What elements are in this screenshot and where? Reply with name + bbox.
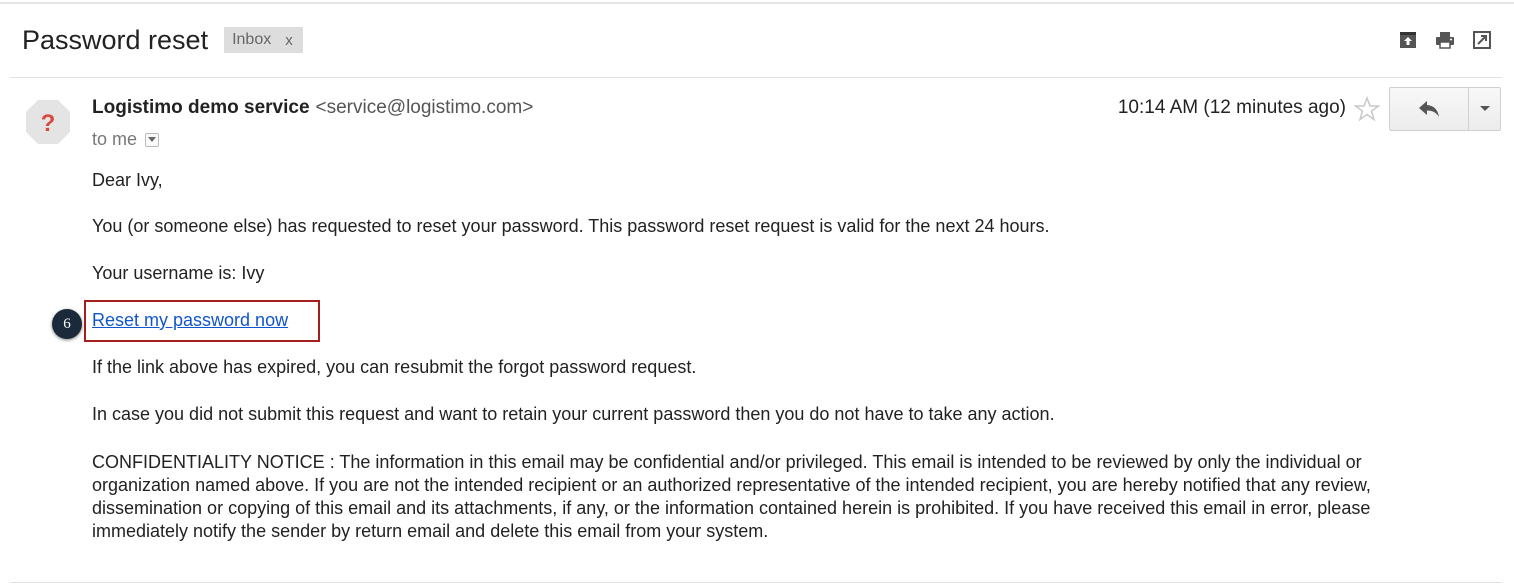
more-actions-button[interactable] [1469, 88, 1500, 130]
reply-button[interactable] [1390, 88, 1469, 130]
remove-label-button[interactable]: x [285, 32, 293, 49]
label-name: Inbox [232, 31, 272, 48]
email-subject: Password reset [22, 24, 209, 55]
recipient-text: to me [92, 129, 138, 149]
svg-text:?: ? [41, 110, 56, 137]
body-paragraph-validity: You (or someone else) has requested to r… [92, 216, 1050, 236]
subject-row: Password reset Inbox x [22, 22, 303, 58]
body-paragraph-no-action: In case you did not submit this request … [92, 404, 1055, 424]
greeting: Dear Ivy, [92, 170, 163, 190]
confidentiality-notice: CONFIDENTIALITY NOTICE : The information… [92, 452, 1371, 541]
new-window-icon[interactable] [1472, 30, 1492, 50]
star-icon[interactable] [1354, 96, 1380, 122]
sender-name[interactable]: Logistimo demo service [92, 97, 310, 118]
sender-line: Logistimo demo service <service@logistimo… [92, 97, 533, 119]
show-details-button[interactable] [145, 132, 160, 147]
step-badge: 6 [52, 309, 82, 339]
header-divider [10, 77, 1502, 78]
reply-button-group [1389, 87, 1501, 131]
body-paragraph-expired: If the link above has expired, you can r… [92, 357, 697, 377]
reset-password-link[interactable]: Reset my password now [92, 310, 288, 331]
unknown-sender-avatar-icon: ? [26, 100, 70, 144]
top-divider [0, 2, 1514, 4]
email-view: Password reset Inbox x ? Logistimo demo … [0, 0, 1514, 588]
thread-actions [1398, 30, 1492, 50]
bottom-divider [10, 582, 1502, 583]
chevron-down-icon [1479, 106, 1490, 111]
reply-icon [1419, 101, 1439, 117]
inbox-label-chip[interactable]: Inbox x [224, 27, 303, 53]
print-icon[interactable] [1435, 30, 1455, 50]
archive-icon[interactable] [1398, 30, 1418, 50]
username-line: Your username is: Ivy [92, 263, 265, 283]
sender-email: <service@logistimo.com> [315, 97, 534, 118]
message-timestamp: 10:14 AM (12 minutes ago) [1117, 97, 1346, 118]
caret-down-icon [148, 136, 157, 142]
recipient-line: to me [92, 129, 160, 150]
